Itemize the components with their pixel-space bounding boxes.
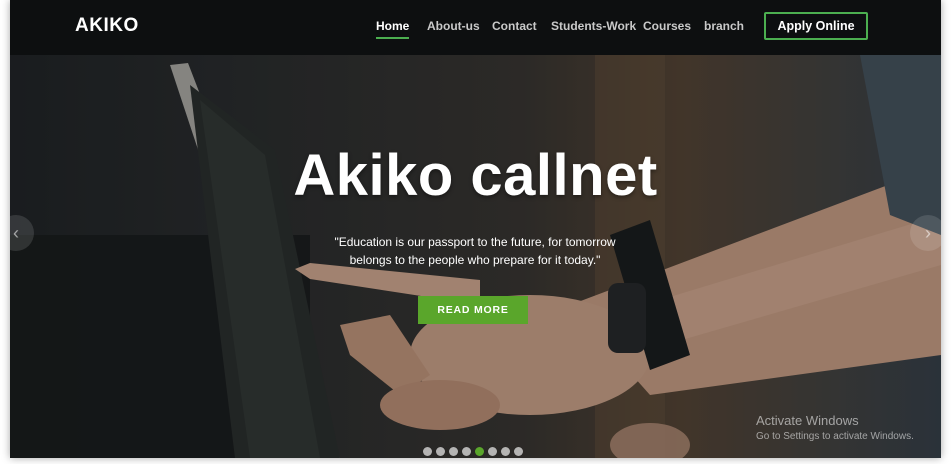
carousel-dot[interactable] [449, 447, 458, 456]
carousel-dot[interactable] [475, 447, 484, 456]
nav-item-contact[interactable]: Contact [492, 19, 537, 33]
chevron-left-icon: ‹ [13, 222, 19, 243]
nav-item-branch[interactable]: branch [704, 19, 744, 33]
hero-quote-line-2: belongs to the people who prepare for it… [349, 253, 601, 267]
activate-windows-watermark: Activate Windows Go to Settings to activ… [756, 413, 914, 442]
watermark-title: Activate Windows [756, 413, 859, 428]
brand-logo[interactable]: AKIKO [75, 15, 139, 37]
read-more-button[interactable]: READ MORE [418, 296, 528, 324]
carousel-next-button[interactable]: › [910, 215, 941, 251]
nav-item-courses[interactable]: Courses [643, 19, 691, 33]
chevron-right-icon: › [925, 222, 931, 243]
nav-item-students-work[interactable]: Students-Work [551, 19, 636, 33]
apply-online-button[interactable]: Apply Online [764, 12, 868, 40]
navbar: AKIKO Home About-us Contact Students-Wor… [10, 0, 941, 55]
hero-quote-line-1: "Education is our passport to the future… [334, 235, 616, 249]
watermark-subtitle: Go to Settings to activate Windows. [756, 431, 914, 442]
hero-carousel: Akiko callnet "Education is our passport… [10, 55, 941, 458]
nav-item-home[interactable]: Home [376, 19, 410, 39]
carousel-indicators [423, 447, 523, 456]
carousel-dot[interactable] [488, 447, 497, 456]
carousel-dot[interactable] [462, 447, 471, 456]
nav-item-about-us[interactable]: About-us [427, 19, 480, 33]
carousel-dot[interactable] [436, 447, 445, 456]
carousel-dot[interactable] [501, 447, 510, 456]
nav-item-label: Home [376, 19, 410, 33]
page-frame: AKIKO Home About-us Contact Students-Wor… [10, 0, 941, 458]
carousel-dot[interactable] [514, 447, 523, 456]
hero-quote: "Education is our passport to the future… [315, 233, 635, 269]
hero-title: Akiko callnet [293, 143, 658, 208]
active-nav-underline [376, 37, 410, 39]
carousel-dot[interactable] [423, 447, 432, 456]
